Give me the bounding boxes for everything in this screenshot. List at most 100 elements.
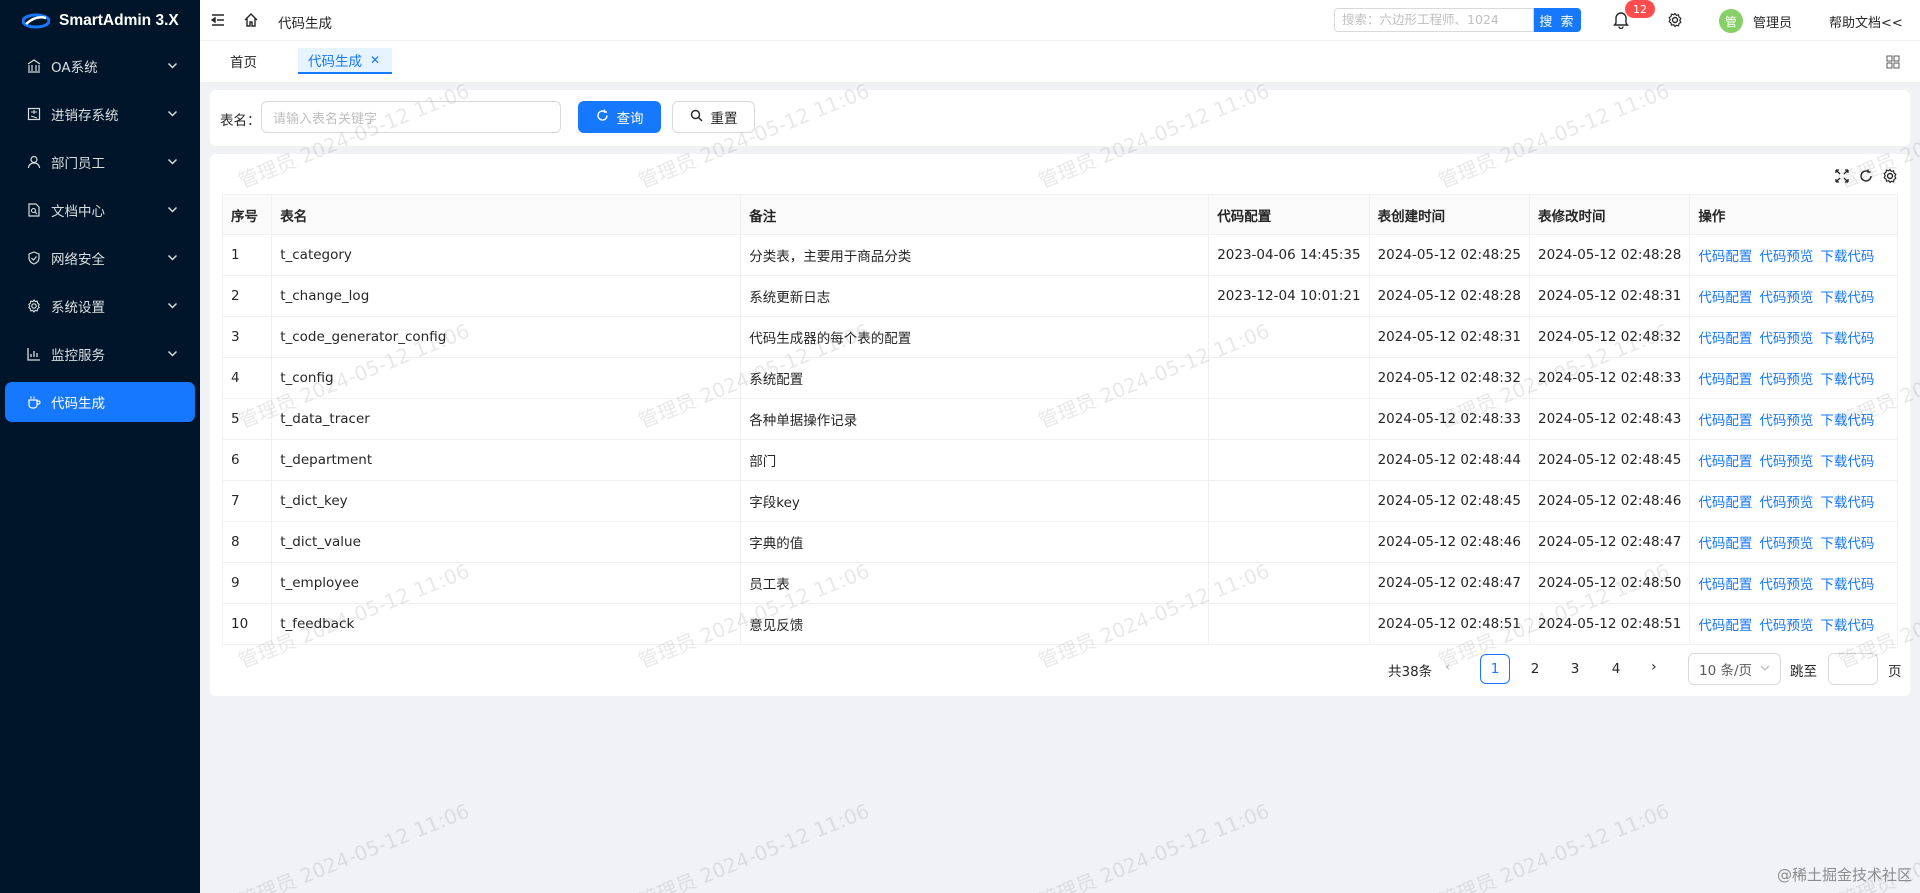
code-preview-link[interactable]: 代码预览 <box>1759 618 1813 634</box>
code-config-link[interactable]: 代码配置 <box>1698 249 1752 265</box>
column-setting-icon[interactable] <box>1882 168 1898 184</box>
code-preview-link[interactable]: 代码预览 <box>1759 290 1813 306</box>
reload-icon <box>596 109 609 126</box>
code-config-link[interactable]: 代码配置 <box>1698 454 1752 470</box>
code-config-link[interactable]: 代码配置 <box>1698 413 1752 429</box>
pagination: 共38条 ‹ 1 2 3 4 › 10 条/页 跳至 页 <box>210 653 1910 685</box>
code-preview-link[interactable]: 代码预览 <box>1759 454 1813 470</box>
code-preview-link[interactable]: 代码预览 <box>1759 331 1813 347</box>
table-cell: 2024-05-12 02:48:33 <box>1368 398 1530 440</box>
sidebar-item-label: 部门员工 <box>51 156 105 172</box>
download-code-link[interactable]: 下载代码 <box>1820 290 1874 306</box>
jump-label: 跳至 <box>1790 664 1817 680</box>
prev-page-icon[interactable]: ‹ <box>1445 659 1451 675</box>
code-preview-link[interactable]: 代码预览 <box>1759 577 1813 593</box>
close-icon[interactable]: ✕ <box>370 53 380 67</box>
search-button[interactable]: 搜 索 <box>1534 8 1581 32</box>
table-cell: 4 <box>221 357 273 399</box>
sidebar-item-4[interactable]: 网络安全 <box>5 238 195 278</box>
file-search-icon <box>27 203 41 217</box>
code-config-link[interactable]: 代码配置 <box>1698 331 1752 347</box>
sidebar-item-1[interactable]: 进销存系统 <box>5 94 195 134</box>
table-cell <box>1208 316 1370 358</box>
page-4[interactable]: 4 <box>1601 654 1631 684</box>
table-cell: 2024-05-12 02:48:31 <box>1528 275 1691 317</box>
sidebar-item-5[interactable]: 系统设置 <box>5 286 195 326</box>
table-row: 3 t_code_generator_config 代码生成器的每个表的配置 2024… <box>221 316 1898 358</box>
sidebar-item-label: 进销存系统 <box>51 108 119 124</box>
code-config-link[interactable]: 代码配置 <box>1698 536 1752 552</box>
code-config-link[interactable]: 代码配置 <box>1698 577 1752 593</box>
table-cell: t_data_tracer <box>271 398 742 440</box>
download-code-link[interactable]: 下载代码 <box>1820 618 1874 634</box>
column-header: 序号 <box>221 194 273 235</box>
sidebar-item-7[interactable]: 代码生成 <box>5 382 195 422</box>
code-config-link[interactable]: 代码配置 <box>1698 372 1752 388</box>
code-preview-link[interactable]: 代码预览 <box>1759 495 1813 511</box>
sidebar-item-label: 文档中心 <box>51 204 105 220</box>
download-code-link[interactable]: 下载代码 <box>1820 536 1874 552</box>
code-config-link[interactable]: 代码配置 <box>1698 290 1752 306</box>
table-name-input[interactable]: 请输入表名关键字 <box>261 101 561 133</box>
sidebar-item-2[interactable]: 部门员工 <box>5 142 195 182</box>
setting-icon <box>27 299 41 313</box>
sidebar-item-6[interactable]: 监控服务 <box>5 334 195 374</box>
table-cell: t_department <box>271 439 742 481</box>
avatar[interactable]: 管 <box>1719 9 1743 33</box>
help-docs-link[interactable]: 帮助文档<< <box>1829 12 1903 31</box>
code-preview-link[interactable]: 代码预览 <box>1759 249 1813 265</box>
page-1[interactable]: 1 <box>1480 654 1510 684</box>
code-config-link[interactable]: 代码配置 <box>1698 618 1752 634</box>
code-preview-link[interactable]: 代码预览 <box>1759 536 1813 552</box>
sidebar-item-0[interactable]: OA系统 <box>5 46 195 86</box>
download-code-link[interactable]: 下载代码 <box>1820 249 1874 265</box>
code-preview-link[interactable]: 代码预览 <box>1759 372 1813 388</box>
fullscreen-icon[interactable] <box>1834 168 1850 184</box>
table-cell: 5 <box>221 398 273 440</box>
download-code-link[interactable]: 下载代码 <box>1820 331 1874 347</box>
download-code-link[interactable]: 下载代码 <box>1820 495 1874 511</box>
download-code-link[interactable]: 下载代码 <box>1820 454 1874 470</box>
page-2[interactable]: 2 <box>1520 654 1550 684</box>
actions-cell: 代码配置 代码预览 下载代码 <box>1689 439 1898 481</box>
tab-bar: 首页 代码生成 ✕ <box>200 40 1920 82</box>
tab-label: 首页 <box>230 55 257 71</box>
query-button[interactable]: 查询 <box>578 101 661 133</box>
sidebar-item-label: 系统设置 <box>51 300 105 316</box>
download-code-link[interactable]: 下载代码 <box>1820 413 1874 429</box>
next-page-icon[interactable]: › <box>1651 659 1657 675</box>
reset-button[interactable]: 重置 <box>672 101 755 133</box>
table-cell <box>1208 562 1370 604</box>
table-cell: 系统配置 <box>740 357 1210 399</box>
column-header: 表修改时间 <box>1528 194 1691 235</box>
appstore-icon[interactable] <box>1886 55 1900 69</box>
tab-home[interactable]: 首页 <box>230 48 257 74</box>
table-cell: 3 <box>221 316 273 358</box>
sidebar-item-3[interactable]: 文档中心 <box>5 190 195 230</box>
table-cell: 2023-12-04 10:01:21 <box>1208 275 1370 317</box>
code-preview-link[interactable]: 代码预览 <box>1759 413 1813 429</box>
calculator-icon <box>27 107 41 121</box>
menu-fold-icon[interactable] <box>210 13 225 27</box>
page-3[interactable]: 3 <box>1560 654 1590 684</box>
home-icon[interactable] <box>243 12 259 28</box>
page-size-select[interactable]: 10 条/页 <box>1688 653 1781 685</box>
code-table: 序号 表名 备注 代码配置 表创建时间 表修改时间 操作 1 t_category 分类表，主要… <box>221 194 1898 645</box>
column-header: 操作 <box>1689 194 1898 235</box>
table-cell: 6 <box>221 439 273 481</box>
username[interactable]: 管理员 <box>1753 12 1792 31</box>
table-row: 4 t_config 系统配置 2024-05-12 02:48:32 2024-05-… <box>221 357 1898 399</box>
table-cell: 2024-05-12 02:48:51 <box>1368 603 1530 645</box>
search-input[interactable]: 搜索：六边形工程师、1024 <box>1334 8 1534 32</box>
code-config-link[interactable]: 代码配置 <box>1698 495 1752 511</box>
jump-page-input[interactable] <box>1828 653 1878 685</box>
logo[interactable]: SmartAdmin 3.X <box>0 0 200 42</box>
download-code-link[interactable]: 下载代码 <box>1820 577 1874 593</box>
table-cell: 7 <box>221 480 273 522</box>
refresh-icon[interactable] <box>1858 168 1874 184</box>
tab-code-generator[interactable]: 代码生成 ✕ <box>298 48 393 74</box>
table-cell: 2024-05-12 02:48:46 <box>1368 521 1530 563</box>
download-code-link[interactable]: 下载代码 <box>1820 372 1874 388</box>
search-icon <box>690 109 703 126</box>
settings-icon[interactable] <box>1667 12 1683 28</box>
